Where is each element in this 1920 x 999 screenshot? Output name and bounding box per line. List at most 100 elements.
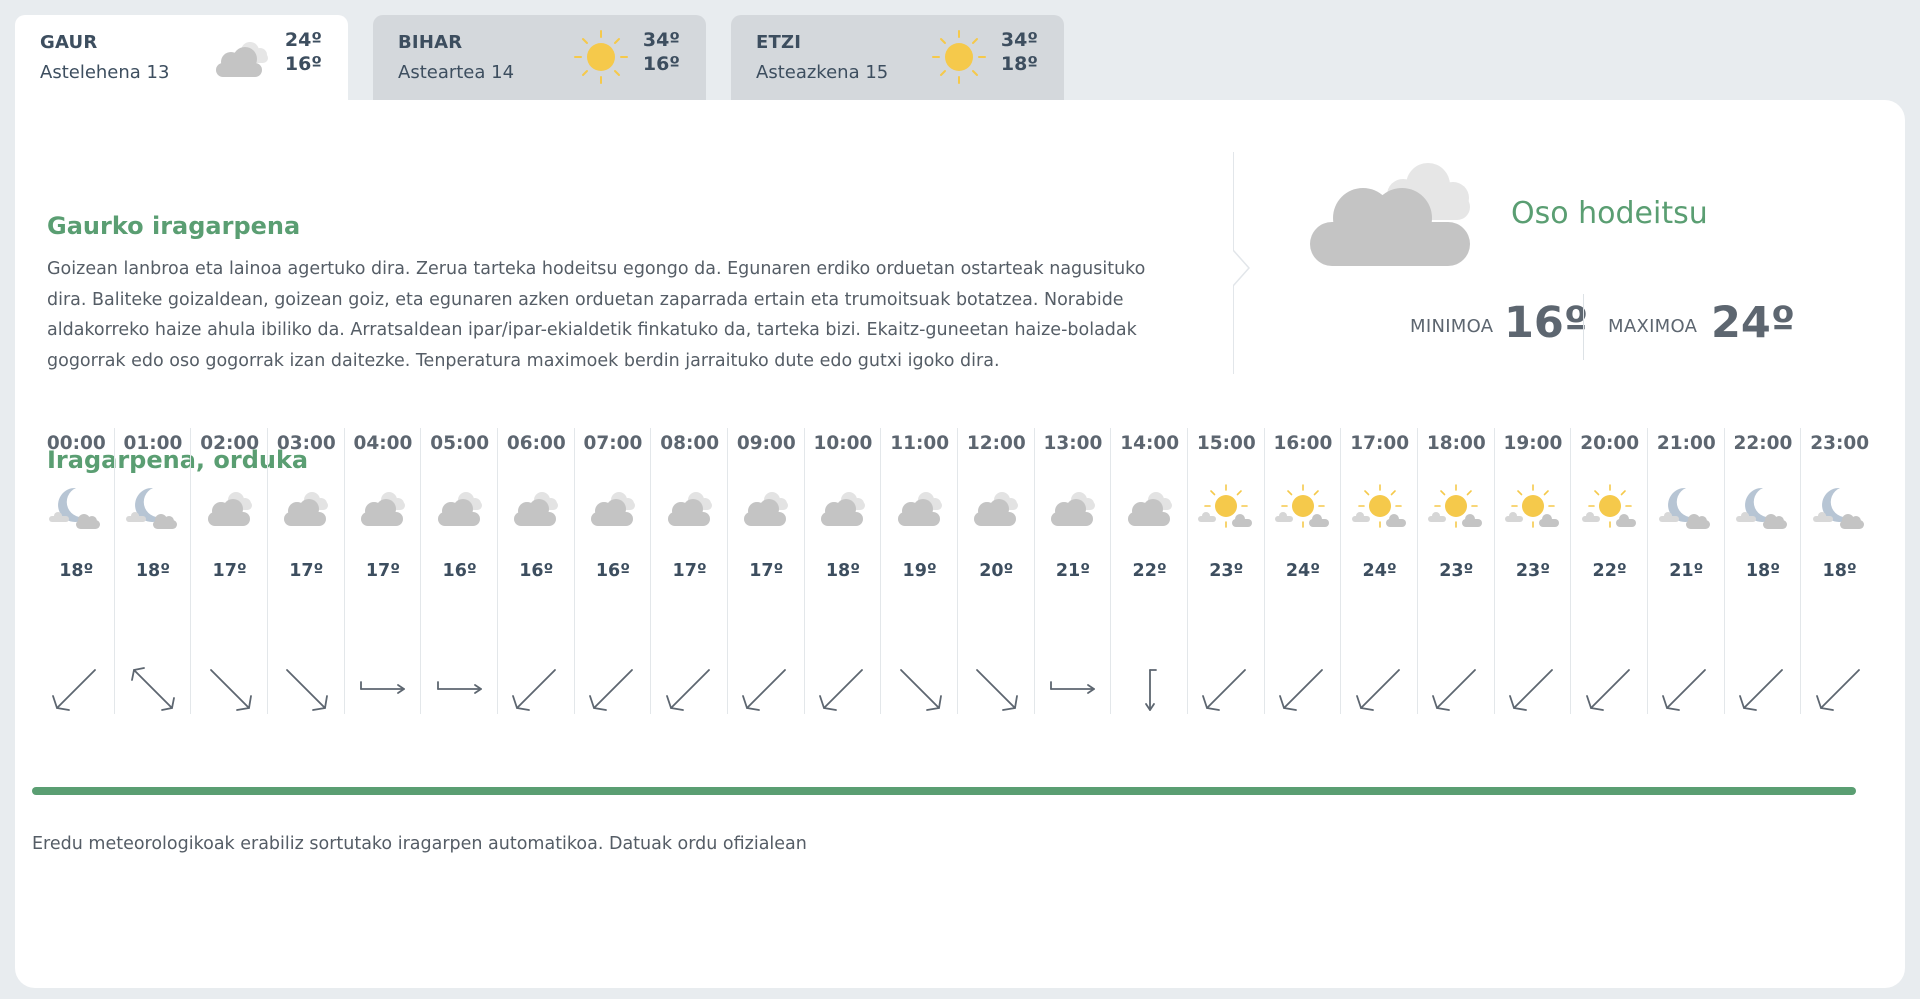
hour-time: 11:00 xyxy=(890,433,950,454)
tab-max-temp: 34º xyxy=(642,29,680,51)
cloud-icon xyxy=(897,492,942,526)
hour-time: 17:00 xyxy=(1350,433,1410,454)
hour-temperature: 21º xyxy=(1055,561,1091,581)
hour-time: 20:00 xyxy=(1580,433,1640,454)
hour-temperature: 20º xyxy=(979,561,1014,581)
day-tabs: GAUR Astelehena 13 24º 16º BIHAR Asteart… xyxy=(15,15,1064,100)
chevron-right-icon xyxy=(1233,250,1251,286)
tab-min-temp: 16º xyxy=(642,53,680,75)
wind-direction-arrow-icon xyxy=(589,669,633,711)
hour-temperature: 18º xyxy=(1822,561,1857,581)
hour-column: 04:00 17º xyxy=(345,428,422,714)
cloud-icon xyxy=(284,492,329,526)
tab-date: Astelehena 13 xyxy=(40,62,170,83)
hour-column: 23:00 18º xyxy=(1801,428,1878,714)
hour-column: 18:00 23º xyxy=(1418,428,1495,714)
hour-time: 01:00 xyxy=(123,433,183,454)
sun-cloud-icon xyxy=(1428,484,1483,528)
wind-direction-arrow-icon xyxy=(1585,669,1630,711)
today-forecast-text: Goizean lanbroa eta lainoa agertuko dira… xyxy=(47,259,1146,371)
wind-direction-arrow-icon xyxy=(512,669,557,711)
hour-column: 16:00 24º xyxy=(1265,428,1342,714)
hour-column: 15:00 23º xyxy=(1188,428,1265,714)
hour-time: 12:00 xyxy=(966,433,1026,454)
hour-temperature: 16º xyxy=(519,561,554,581)
tab-name: GAUR xyxy=(40,32,98,53)
hour-temperature: 18º xyxy=(135,561,171,581)
wind-direction-arrow-icon xyxy=(665,669,710,711)
wind-direction-arrow-icon xyxy=(209,669,252,711)
hour-temperature: 21º xyxy=(1669,561,1704,581)
wind-direction-arrow-icon xyxy=(1739,669,1783,711)
hour-column: 05:00 16º xyxy=(421,428,498,714)
hour-time: 06:00 xyxy=(506,433,566,454)
hour-temperature: 17º xyxy=(212,561,247,581)
wind-direction-arrow-icon xyxy=(1815,669,1860,711)
wind-direction-arrow-icon xyxy=(1279,669,1323,711)
wind-direction-arrow-icon xyxy=(131,667,175,711)
tab-gaur[interactable]: GAUR Astelehena 13 24º 16º xyxy=(15,15,348,100)
cloud-icon xyxy=(514,492,559,526)
tab-bihar[interactable]: BIHAR Asteartea 14 34º 16º xyxy=(373,15,706,100)
hour-column: 10:00 18º xyxy=(805,428,882,714)
condition-label: Oso hodeitsu xyxy=(1511,196,1708,231)
hour-temperature: 23º xyxy=(1439,561,1474,581)
wind-direction-arrow-icon xyxy=(1202,669,1247,711)
max-temp-label: MAXIMOA xyxy=(1608,316,1698,337)
tab-etzi[interactable]: ETZI Asteazkena 15 34º 18º xyxy=(731,15,1064,100)
hour-column: 14:00 22º xyxy=(1111,428,1188,714)
hour-column: 22:00 18º xyxy=(1725,428,1802,714)
sun-cloud-icon xyxy=(1274,484,1329,528)
sun-cloud-icon xyxy=(1504,484,1559,528)
hour-temperature: 18º xyxy=(59,561,94,581)
wind-direction-arrow-icon xyxy=(742,669,787,711)
hour-temperature: 18º xyxy=(1745,561,1781,581)
cloud-icon xyxy=(820,492,865,526)
wind-direction-arrow-icon xyxy=(1050,681,1095,694)
cloud-icon xyxy=(437,492,482,526)
hour-time: 21:00 xyxy=(1656,433,1716,454)
hour-temperature: 23º xyxy=(1209,561,1244,581)
night-cloud-icon xyxy=(125,487,177,529)
sun-cloud-icon xyxy=(1581,484,1636,528)
wind-direction-arrow-icon xyxy=(436,681,482,694)
hour-time: 10:00 xyxy=(813,433,873,454)
wind-direction-arrow-icon xyxy=(52,669,97,711)
hour-time: 18:00 xyxy=(1426,433,1486,454)
cloud-icon xyxy=(744,492,789,526)
hourly-forecast-grid: 00:00 18º 01:00 18º 02:00 17º 03:00 17º 04:00 17º… xyxy=(38,428,1878,714)
hour-time: 03:00 xyxy=(276,433,336,454)
night-cloud-icon xyxy=(1812,487,1864,529)
cloud-icon xyxy=(590,492,635,526)
sun-icon xyxy=(574,30,628,84)
tab-max-temp: 34º xyxy=(1000,29,1038,51)
hour-time: 02:00 xyxy=(200,433,260,454)
today-forecast-title: Gaurko iragarpena xyxy=(47,212,301,240)
hour-column: 08:00 17º xyxy=(651,428,728,714)
hour-time: 22:00 xyxy=(1733,433,1793,454)
wind-direction-arrow-icon xyxy=(1355,669,1400,711)
hour-temperature: 23º xyxy=(1515,561,1551,581)
hour-time: 09:00 xyxy=(736,433,796,454)
cloud-icon xyxy=(360,492,405,526)
hour-temperature: 17º xyxy=(749,561,784,581)
hour-time: 00:00 xyxy=(46,433,106,454)
night-cloud-icon xyxy=(1659,487,1711,529)
sun-icon xyxy=(932,30,986,84)
tab-date: Asteartea 14 xyxy=(398,62,515,83)
wind-direction-arrow-icon xyxy=(360,681,405,694)
hour-column: 00:00 18º xyxy=(38,428,115,714)
hour-time: 23:00 xyxy=(1810,433,1870,454)
tab-max-temp: 24º xyxy=(284,29,322,51)
sun-cloud-icon xyxy=(1198,484,1253,528)
hour-temperature: 17º xyxy=(672,561,707,581)
tab-name: BIHAR xyxy=(398,32,463,53)
hour-time: 08:00 xyxy=(660,433,720,454)
hour-temperature: 17º xyxy=(289,561,324,581)
hour-time: 04:00 xyxy=(353,433,413,454)
cloud-icon xyxy=(1127,492,1172,526)
cloud-icon xyxy=(667,492,712,526)
hour-temperature: 16º xyxy=(595,561,631,581)
hour-time: 07:00 xyxy=(583,433,643,454)
tab-min-temp: 18º xyxy=(1000,53,1038,75)
